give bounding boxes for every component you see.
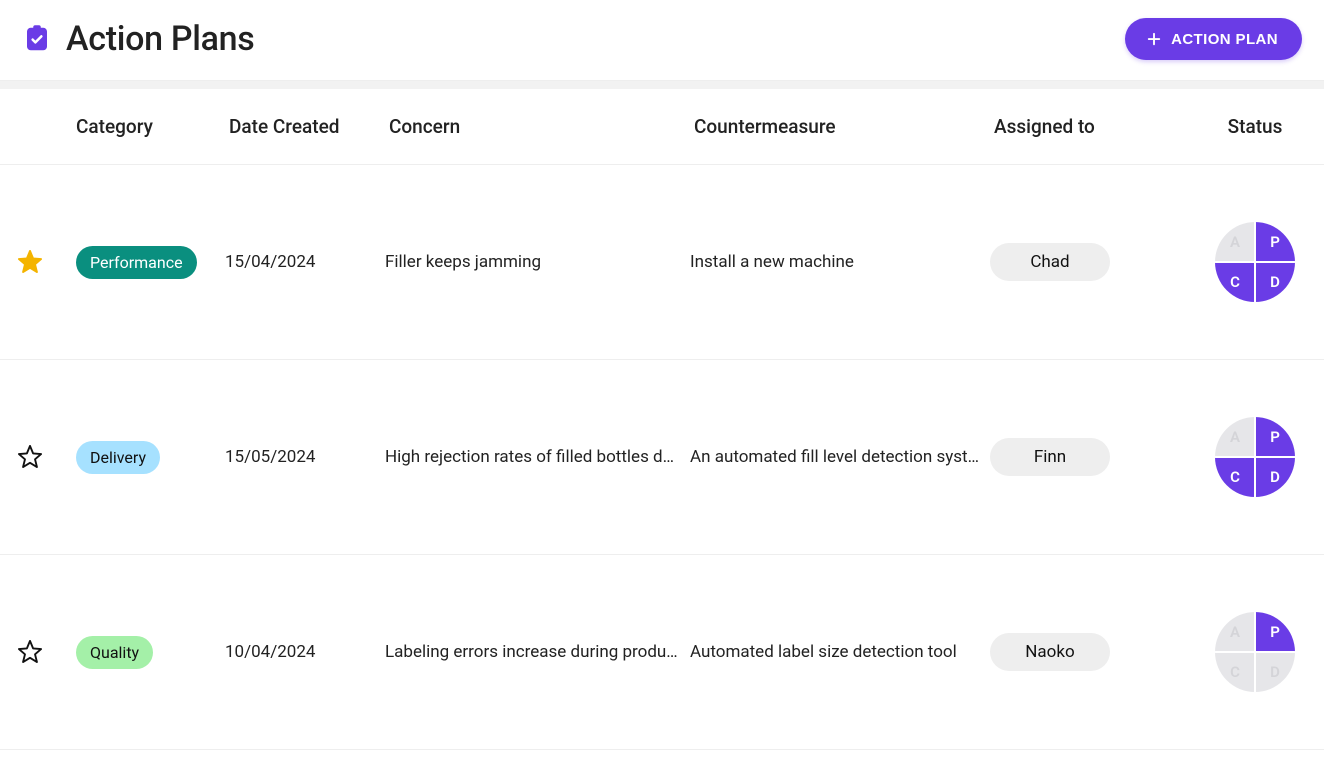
pdca-p: P — [1255, 417, 1295, 457]
col-status: Status — [1190, 115, 1320, 138]
concern-text: Labeling errors increase during product… — [385, 642, 690, 662]
pdca-status[interactable]: APCD — [1215, 222, 1295, 302]
table-header-row: Category Date Created Concern Countermea… — [0, 89, 1324, 165]
category-pill: Delivery — [76, 441, 160, 474]
separator-strip — [0, 81, 1324, 89]
concern-text: High rejection rates of filled bottles d… — [385, 447, 690, 467]
new-action-plan-label: ACTION PLAN — [1171, 31, 1278, 48]
table-row[interactable]: Quality 10/04/2024Labeling errors increas… — [0, 555, 1324, 750]
countermeasure-text: Automated label size detection tool — [690, 642, 990, 662]
pdca-d: D — [1255, 652, 1295, 692]
pdca-a: A — [1215, 612, 1255, 652]
date-created: 10/04/2024 — [225, 642, 385, 662]
pdca-d: D — [1255, 457, 1295, 497]
pdca-c: C — [1215, 262, 1255, 302]
date-created: 15/05/2024 — [225, 447, 385, 467]
page-title: Action Plans — [66, 19, 254, 59]
pdca-c: C — [1215, 457, 1255, 497]
action-plans-table: Category Date Created Concern Countermea… — [0, 89, 1324, 750]
pdca-a: A — [1215, 417, 1255, 457]
countermeasure-text: An automated fill level detection syst… — [690, 447, 990, 467]
category-pill: Quality — [76, 636, 153, 669]
countermeasure-text: Install a new machine — [690, 252, 990, 272]
pdca-status[interactable]: APCD — [1215, 417, 1295, 497]
new-action-plan-button[interactable]: ACTION PLAN — [1125, 18, 1302, 60]
pdca-d: D — [1255, 262, 1295, 302]
assignee-chip[interactable]: Naoko — [990, 633, 1110, 671]
star-toggle[interactable] — [0, 638, 60, 666]
pdca-status[interactable]: APCD — [1215, 612, 1295, 692]
col-category: Category — [60, 115, 225, 138]
category-pill: Performance — [76, 246, 197, 279]
topbar: Action Plans ACTION PLAN — [0, 0, 1324, 81]
concern-text: Filler keeps jamming — [385, 252, 690, 272]
plus-icon — [1145, 30, 1163, 48]
assignee-chip[interactable]: Finn — [990, 438, 1110, 476]
assignee-chip[interactable]: Chad — [990, 243, 1110, 281]
star-toggle[interactable] — [0, 443, 60, 471]
pdca-c: C — [1215, 652, 1255, 692]
date-created: 15/04/2024 — [225, 252, 385, 272]
col-date-created: Date Created — [225, 115, 385, 138]
pdca-a: A — [1215, 222, 1255, 262]
clipboard-check-icon — [22, 24, 52, 54]
col-concern: Concern — [385, 115, 690, 138]
star-toggle[interactable] — [0, 248, 60, 276]
table-row[interactable]: Delivery 15/05/2024High rejection rates o… — [0, 360, 1324, 555]
table-row[interactable]: Performance 15/04/2024Filler keeps jammin… — [0, 165, 1324, 360]
col-countermeasure: Countermeasure — [690, 115, 990, 138]
col-assigned-to: Assigned to — [990, 115, 1190, 138]
pdca-p: P — [1255, 612, 1295, 652]
pdca-p: P — [1255, 222, 1295, 262]
